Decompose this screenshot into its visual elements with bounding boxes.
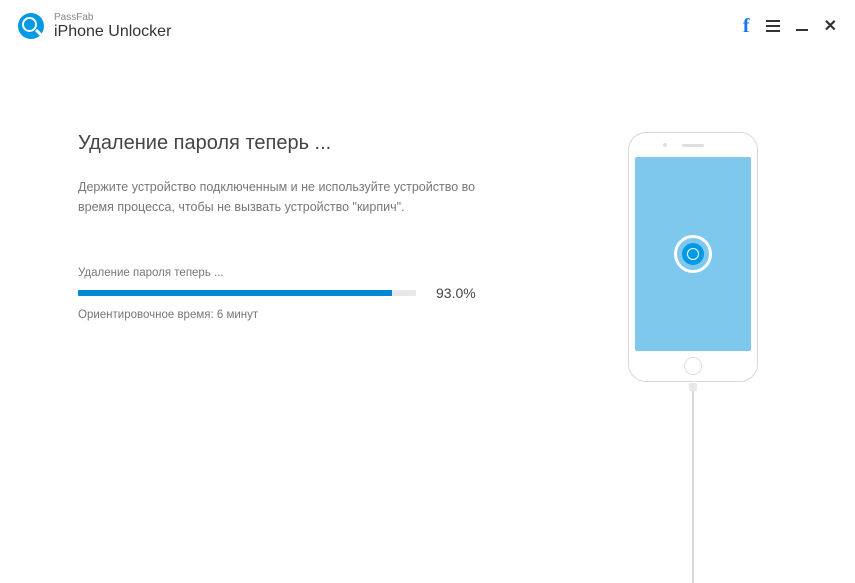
facebook-icon[interactable]: f bbox=[743, 15, 750, 38]
minimize-icon[interactable] bbox=[796, 29, 808, 31]
phone-illustration bbox=[628, 132, 758, 382]
progress-percent: 93.0% bbox=[436, 285, 476, 301]
main-content: Удаление пароля теперь ... Держите устро… bbox=[0, 52, 855, 382]
progress-bar bbox=[78, 290, 416, 296]
phone-screen bbox=[635, 157, 751, 351]
header-controls: f ✕ bbox=[743, 15, 837, 38]
right-panel bbox=[530, 132, 855, 382]
processing-spinner-icon bbox=[674, 235, 712, 273]
time-estimate: Ориентировочное время: 6 минут bbox=[78, 309, 500, 321]
brand-name-small: PassFab bbox=[54, 12, 171, 23]
logo-icon bbox=[18, 13, 44, 39]
close-icon[interactable]: ✕ bbox=[824, 16, 837, 36]
header-brand: PassFab iPhone Unlocker bbox=[18, 12, 171, 41]
brand-text: PassFab iPhone Unlocker bbox=[54, 12, 171, 41]
phone-home-button-icon bbox=[684, 357, 702, 375]
menu-icon[interactable] bbox=[766, 20, 780, 32]
app-header: PassFab iPhone Unlocker f ✕ bbox=[0, 0, 855, 52]
phone-cable-icon bbox=[692, 383, 694, 583]
page-description: Держите устройство подключенным и не исп… bbox=[78, 177, 500, 217]
progress-label: Удаление пароля теперь ... bbox=[78, 267, 500, 279]
progress-bar-fill bbox=[78, 290, 392, 296]
phone-camera-icon bbox=[663, 143, 667, 147]
progress-row: 93.0% bbox=[78, 285, 500, 301]
brand-name-large: iPhone Unlocker bbox=[54, 23, 171, 41]
phone-speaker-icon bbox=[682, 144, 704, 147]
left-panel: Удаление пароля теперь ... Держите устро… bbox=[0, 132, 530, 382]
page-title: Удаление пароля теперь ... bbox=[78, 132, 500, 155]
